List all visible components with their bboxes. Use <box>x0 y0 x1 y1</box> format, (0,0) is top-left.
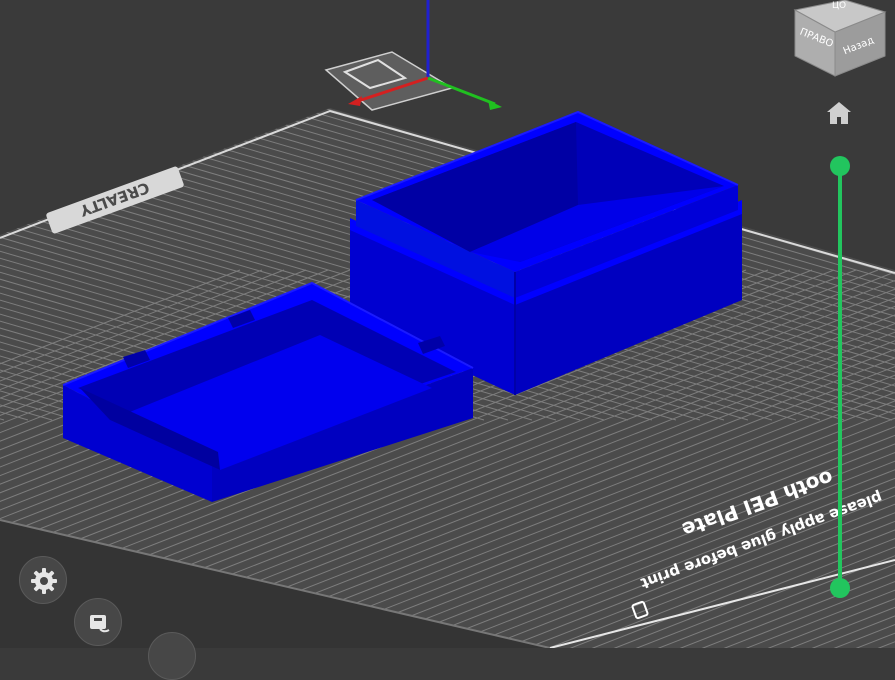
3d-viewport[interactable]: CREALTY ooth PEI Plate please apply glue… <box>0 0 895 648</box>
layer-slider-bottom-handle[interactable] <box>830 578 850 598</box>
nav-cube-face-top[interactable]: ЦО <box>832 1 846 11</box>
gear-icon <box>31 568 57 594</box>
layer-slider-top-handle[interactable] <box>830 156 850 176</box>
home-button[interactable] <box>826 100 852 126</box>
settings-button[interactable] <box>19 556 67 604</box>
home-icon <box>827 102 851 124</box>
navigation-cube[interactable]: ПРАВО Назад ЦО <box>790 0 890 80</box>
plate-icon <box>90 615 110 633</box>
view-button[interactable] <box>148 632 196 680</box>
layer-slider[interactable] <box>826 152 854 602</box>
plate-settings-button[interactable] <box>74 598 122 646</box>
